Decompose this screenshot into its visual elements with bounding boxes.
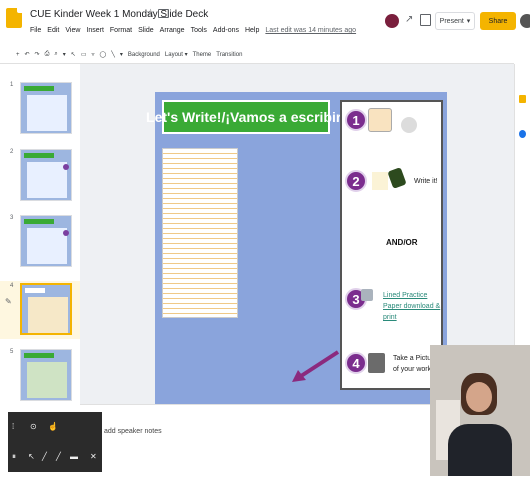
menu-edit[interactable]: Edit [47,27,59,39]
transition-button[interactable]: Transition [216,52,242,58]
annotation-toolbar: ⁞ ⊙ ☝ ⏸ ↖ ╱ ╱ ▬ ✕ [8,412,102,472]
hand-icon[interactable]: ☝ [48,422,58,431]
step-4-badge: 4 [345,352,367,374]
line-dropdown[interactable]: ▾ [120,51,123,58]
menu-format[interactable]: Format [110,27,132,39]
and-or-label: AND/OR [386,238,418,247]
menu-view[interactable]: View [65,27,80,39]
select-tool[interactable]: ↖ [71,51,76,58]
speaker-icon[interactable] [401,117,417,133]
highlighter-icon[interactable]: ╱ [56,452,61,461]
collaborator-avatar[interactable] [385,14,399,28]
printer-icon [361,289,373,301]
slide-thumbnail-3[interactable] [20,215,72,267]
new-slide-button[interactable]: + [16,52,20,58]
shape-tool[interactable]: ◯ [100,51,107,58]
keep-icon[interactable] [519,95,526,103]
slide-thumbnail-1[interactable] [20,82,72,134]
profile-avatar[interactable] [520,14,530,28]
pointer-icon[interactable]: ↖ [28,452,35,461]
ear-icon [368,108,392,132]
redo-button[interactable]: ↷ [35,51,40,58]
menu-tools[interactable]: Tools [191,27,207,39]
write-it-label: Write it! [414,178,438,185]
comment-icon[interactable] [420,14,431,26]
zoom-dropdown[interactable]: ▾ [63,51,66,58]
menu-arrange[interactable]: Arrange [160,27,185,39]
record-icon[interactable]: ⊙ [30,422,37,431]
camera-icon [368,353,385,373]
theme-button[interactable]: Theme [193,52,212,58]
slide-thumbnail-4[interactable] [20,283,72,335]
menu-help[interactable]: Help [245,27,259,39]
folder-icon[interactable] [158,9,169,18]
line-tool[interactable]: ╲ [111,51,115,58]
background-button[interactable]: Background [128,52,160,58]
present-label: Present [439,17,464,25]
menu-insert[interactable]: Insert [86,27,104,39]
step-2-badge: 2 [345,170,367,192]
chevron-down-icon[interactable]: ▾ [467,17,471,25]
image-tool[interactable]: ▿ [91,51,94,58]
zoom-button[interactable]: ⌕ [54,51,57,58]
slide-number: 1 [10,82,14,88]
pause-icon[interactable]: ⏸ [12,452,16,462]
share-label: Share [488,17,508,25]
pen-icon[interactable]: ╱ [42,452,47,461]
tasks-icon[interactable] [519,130,526,138]
slide-number: 4 [10,283,14,289]
pencil-icon: ✎ [5,297,12,306]
present-button[interactable]: Present ▾ [435,12,475,30]
eraser-icon[interactable]: ▬ [70,452,78,461]
slide-thumbnail-5[interactable] [20,349,72,401]
menu-bar: File Edit View Insert Format Slide Arran… [30,27,356,39]
paper-icon [372,172,388,190]
lined-paper-link[interactable]: Lined Practice Paper download & print [383,290,441,323]
last-edit-link[interactable]: Last edit was 14 minutes ago [265,27,356,39]
slide-title[interactable]: Let's Write!/¡Vamos a escribir! [146,100,346,134]
activity-icon[interactable]: ↗ [405,14,413,25]
slide-number: 3 [10,215,14,221]
layout-button[interactable]: Layout ▾ [165,51,188,58]
document-title[interactable]: CUE Kinder Week 1 Monday Slide Deck [30,9,208,20]
step-1-badge: 1 [345,109,367,131]
speaker-notes-placeholder[interactable]: add speaker notes [104,428,162,435]
arrow-icon [292,350,340,382]
speaker-notes[interactable] [80,404,430,477]
menu-slide[interactable]: Slide [138,27,154,39]
webcam-person-face [466,382,492,412]
close-icon[interactable]: ✕ [90,452,97,461]
share-button[interactable]: Share [480,12,516,30]
slide-number: 5 [10,349,14,355]
lined-paper-image[interactable] [162,148,238,318]
toolbar: + ↶ ↷ ⎙ ⌕ ▾ ↖ ▭ ▿ ◯ ╲ ▾ Background Layou… [0,46,514,64]
menu-addons[interactable]: Add-ons [213,27,239,39]
menu-file[interactable]: File [30,27,41,39]
slides-logo-icon[interactable] [6,8,22,28]
slide-number: 2 [10,149,14,155]
undo-button[interactable]: ↶ [25,51,30,58]
slide-thumbnail-2[interactable] [20,149,72,201]
textbox-tool[interactable]: ▭ [81,51,87,58]
star-icon[interactable]: ☆ [146,8,155,19]
webcam-person-body [448,424,512,476]
grip-icon[interactable]: ⁞ [12,422,14,431]
print-button[interactable]: ⎙ [45,51,50,58]
